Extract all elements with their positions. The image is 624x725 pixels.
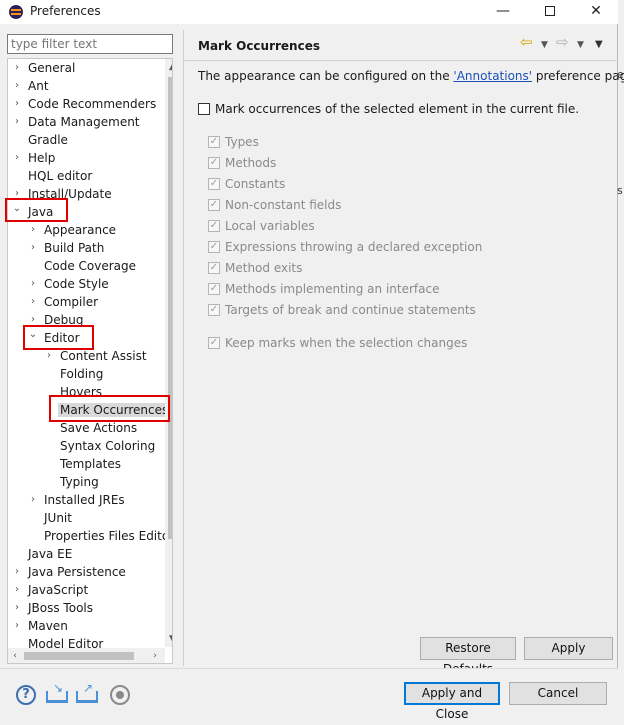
scroll-up-icon[interactable]: ▲ <box>165 59 172 75</box>
expand-arrow-icon[interactable]: › <box>28 491 38 509</box>
expand-arrow-icon[interactable]: › <box>12 581 22 599</box>
minimize-button[interactable]: — <box>480 0 526 24</box>
eclipse-icon <box>9 5 23 19</box>
help-icon[interactable]: ? <box>16 685 36 705</box>
tree-item-junit[interactable]: JUnit <box>28 509 72 527</box>
background-fragment: e <box>617 68 624 81</box>
tree-item-templates[interactable]: Templates <box>44 455 121 473</box>
check-icon[interactable]: ✓ <box>208 304 220 316</box>
tree-item-code-coverage[interactable]: Code Coverage <box>28 257 136 275</box>
back-dropdown-icon[interactable]: ▼ <box>541 40 548 50</box>
tree-item-maven[interactable]: › Maven <box>12 617 68 635</box>
check-icon[interactable]: ✓ <box>208 157 220 169</box>
highlight-mark-occurrences <box>49 395 170 422</box>
tree-item-java-ee[interactable]: Java EE <box>12 545 72 563</box>
tree-item-hql-editor[interactable]: HQL editor <box>12 167 92 185</box>
expand-arrow-icon[interactable]: › <box>28 275 38 293</box>
scroll-right-icon[interactable]: › <box>148 648 162 663</box>
tree-item-syntax-coloring[interactable]: Syntax Coloring <box>44 437 155 455</box>
filter-input[interactable] <box>7 34 173 54</box>
expand-arrow-icon[interactable]: › <box>12 113 22 131</box>
tree-item-jboss-tools[interactable]: › JBoss Tools <box>12 599 93 617</box>
tree-item-data-management[interactable]: › Data Management <box>12 113 140 131</box>
scroll-down-icon[interactable]: ▼ <box>165 631 172 647</box>
forward-icon[interactable]: ⇨ <box>556 33 569 51</box>
apply-and-close-button[interactable]: Apply and Close <box>404 682 500 721</box>
tree-item-help[interactable]: › Help <box>12 149 55 167</box>
expand-arrow-icon[interactable]: › <box>12 563 22 581</box>
import-icon[interactable]: ↘ <box>46 681 68 703</box>
preference-tree: › General › Ant › Code Recommenders › Data M… <box>7 58 173 664</box>
expand-arrow-icon[interactable]: › <box>12 617 22 635</box>
check-icon[interactable]: ✓ <box>208 199 220 211</box>
tree-item-folding[interactable]: Folding <box>44 365 103 383</box>
background-fragment: s <box>617 184 623 197</box>
expand-arrow-icon[interactable]: › <box>12 77 22 95</box>
page-description: The appearance can be configured on the … <box>198 69 624 83</box>
close-button[interactable]: ✕ <box>573 0 619 24</box>
checkbox-box[interactable] <box>198 103 210 115</box>
title-bar: Preferences — ✕ <box>0 0 618 24</box>
expand-arrow-icon[interactable]: › <box>28 293 38 311</box>
restore-defaults-button[interactable]: Restore Defaults <box>420 637 516 676</box>
check-icon[interactable]: ✓ <box>208 136 220 148</box>
tree-item-appearance[interactable]: › Appearance <box>28 221 116 239</box>
dialog-footer: ? ↘ ↗ Apply and Close Cancel <box>0 668 618 723</box>
maximize-button[interactable] <box>527 0 573 24</box>
expand-arrow-icon[interactable]: › <box>12 599 22 617</box>
check-icon[interactable]: ✓ <box>208 241 220 253</box>
highlight-java <box>5 198 68 222</box>
tree-item-code-recommenders[interactable]: › Code Recommenders <box>12 95 156 113</box>
expand-arrow-icon[interactable]: › <box>28 221 38 239</box>
tree-horizontal-scrollbar[interactable]: ‹ › <box>8 648 165 663</box>
back-icon[interactable]: ⇦ <box>520 33 533 51</box>
stop-icon[interactable] <box>110 685 130 705</box>
tree-item-build-path[interactable]: › Build Path <box>28 239 104 257</box>
check-icon[interactable]: ✓ <box>208 337 220 349</box>
highlight-editor <box>23 325 94 350</box>
check-icon[interactable]: ✓ <box>208 178 220 190</box>
window-title: Preferences <box>30 4 101 18</box>
tree-item-general[interactable]: › General <box>12 59 75 77</box>
check-icon[interactable]: ✓ <box>208 262 220 274</box>
horizontal-scroll-thumb[interactable] <box>24 652 134 660</box>
expand-arrow-icon[interactable]: › <box>12 95 22 113</box>
preference-page: Mark Occurrences ⇦ ▼ ⇨ ▼ ▼ The appearanc… <box>183 30 624 676</box>
check-icon[interactable]: ✓ <box>208 220 220 232</box>
tree-item-properties-files-editor[interactable]: Properties Files Editor <box>28 527 172 545</box>
tree-item-compiler[interactable]: › Compiler <box>28 293 98 311</box>
maximize-icon <box>545 6 555 16</box>
expand-arrow-icon[interactable]: › <box>12 149 22 167</box>
cancel-button[interactable]: Cancel <box>509 682 607 705</box>
page-title: Mark Occurrences <box>198 39 320 53</box>
forward-dropdown-icon[interactable]: ▼ <box>577 40 584 50</box>
tree-item-ant[interactable]: › Ant <box>12 77 49 95</box>
tree-item-javascript[interactable]: › JavaScript <box>12 581 88 599</box>
tree-item-code-style[interactable]: › Code Style <box>28 275 109 293</box>
tree-item-installed-jres[interactable]: › Installed JREs <box>28 491 125 509</box>
view-menu-icon[interactable]: ▼ <box>595 39 603 50</box>
export-icon[interactable]: ↗ <box>76 681 98 703</box>
scroll-left-icon[interactable]: ‹ <box>8 648 22 663</box>
annotations-link[interactable]: 'Annotations' <box>453 69 532 83</box>
preferences-window: Preferences — ✕ ›General ›Ant ›Code Reco… <box>0 0 624 723</box>
check-icon[interactable]: ✓ <box>208 283 220 295</box>
expand-arrow-icon[interactable]: › <box>12 59 22 77</box>
tree-item-gradle[interactable]: Gradle <box>12 131 68 149</box>
tree-vertical-scrollbar[interactable]: ▲ ▼ <box>165 59 172 647</box>
apply-button[interactable]: Apply <box>524 637 613 660</box>
page-header: Mark Occurrences ⇦ ▼ ⇨ ▼ ▼ <box>184 30 618 61</box>
tree-item-java-persistence[interactable]: › Java Persistence <box>12 563 126 581</box>
expand-arrow-icon[interactable]: › <box>28 239 38 257</box>
vertical-scroll-thumb[interactable] <box>168 77 172 539</box>
tree-item-typing[interactable]: Typing <box>44 473 99 491</box>
